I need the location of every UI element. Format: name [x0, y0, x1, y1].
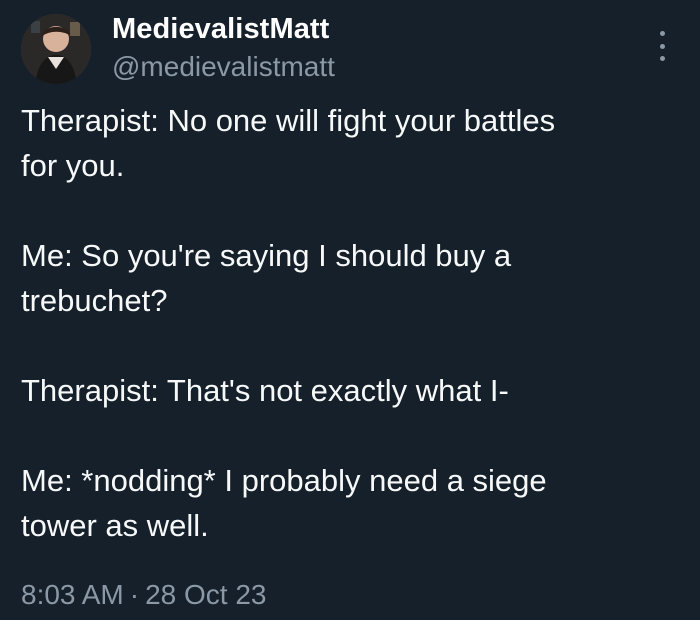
username-handle[interactable]: @medievalistmatt: [112, 50, 335, 84]
tweet-line: trebuchet?: [21, 283, 168, 318]
timestamp-separator: ·: [129, 579, 140, 610]
tweet-paragraph: Me: *nodding* I probably need a siege to…: [21, 458, 691, 548]
tweet-text: Therapist: No one will fight your battle…: [21, 98, 691, 548]
author-block: MedievalistMatt @medievalistmatt: [112, 12, 335, 84]
tweet-paragraph: Therapist: No one will fight your battle…: [21, 98, 691, 188]
tweet-line: Me: So you're saying I should buy a: [21, 238, 512, 273]
display-name[interactable]: MedievalistMatt: [112, 12, 335, 46]
tweet-line: tower as well.: [21, 508, 209, 543]
tweet-line: Me: *nodding* I probably need a siege: [21, 463, 547, 498]
tweet-time: 8:03 AM: [21, 579, 124, 610]
more-options-icon[interactable]: [650, 31, 674, 61]
more-options-dot: [659, 43, 665, 49]
avatar[interactable]: [21, 14, 91, 84]
avatar-image: [21, 14, 91, 84]
tweet-paragraph: Therapist: That's not exactly what I-: [21, 368, 691, 413]
more-options-dot: [659, 56, 665, 61]
tweet-paragraph: Me: So you're saying I should buy a treb…: [21, 233, 691, 323]
tweet-date: 28 Oct 23: [145, 579, 267, 610]
tweet-line: for you.: [21, 148, 125, 183]
tweet-timestamp[interactable]: 8:03 AM · 28 Oct 23: [21, 578, 266, 612]
tweet-line: Therapist: That's not exactly what I-: [21, 373, 509, 408]
tweet-card: MedievalistMatt @medievalistmatt Therapi…: [0, 0, 700, 620]
more-options-dot: [659, 31, 665, 36]
tweet-line: Therapist: No one will fight your battle…: [21, 103, 556, 138]
